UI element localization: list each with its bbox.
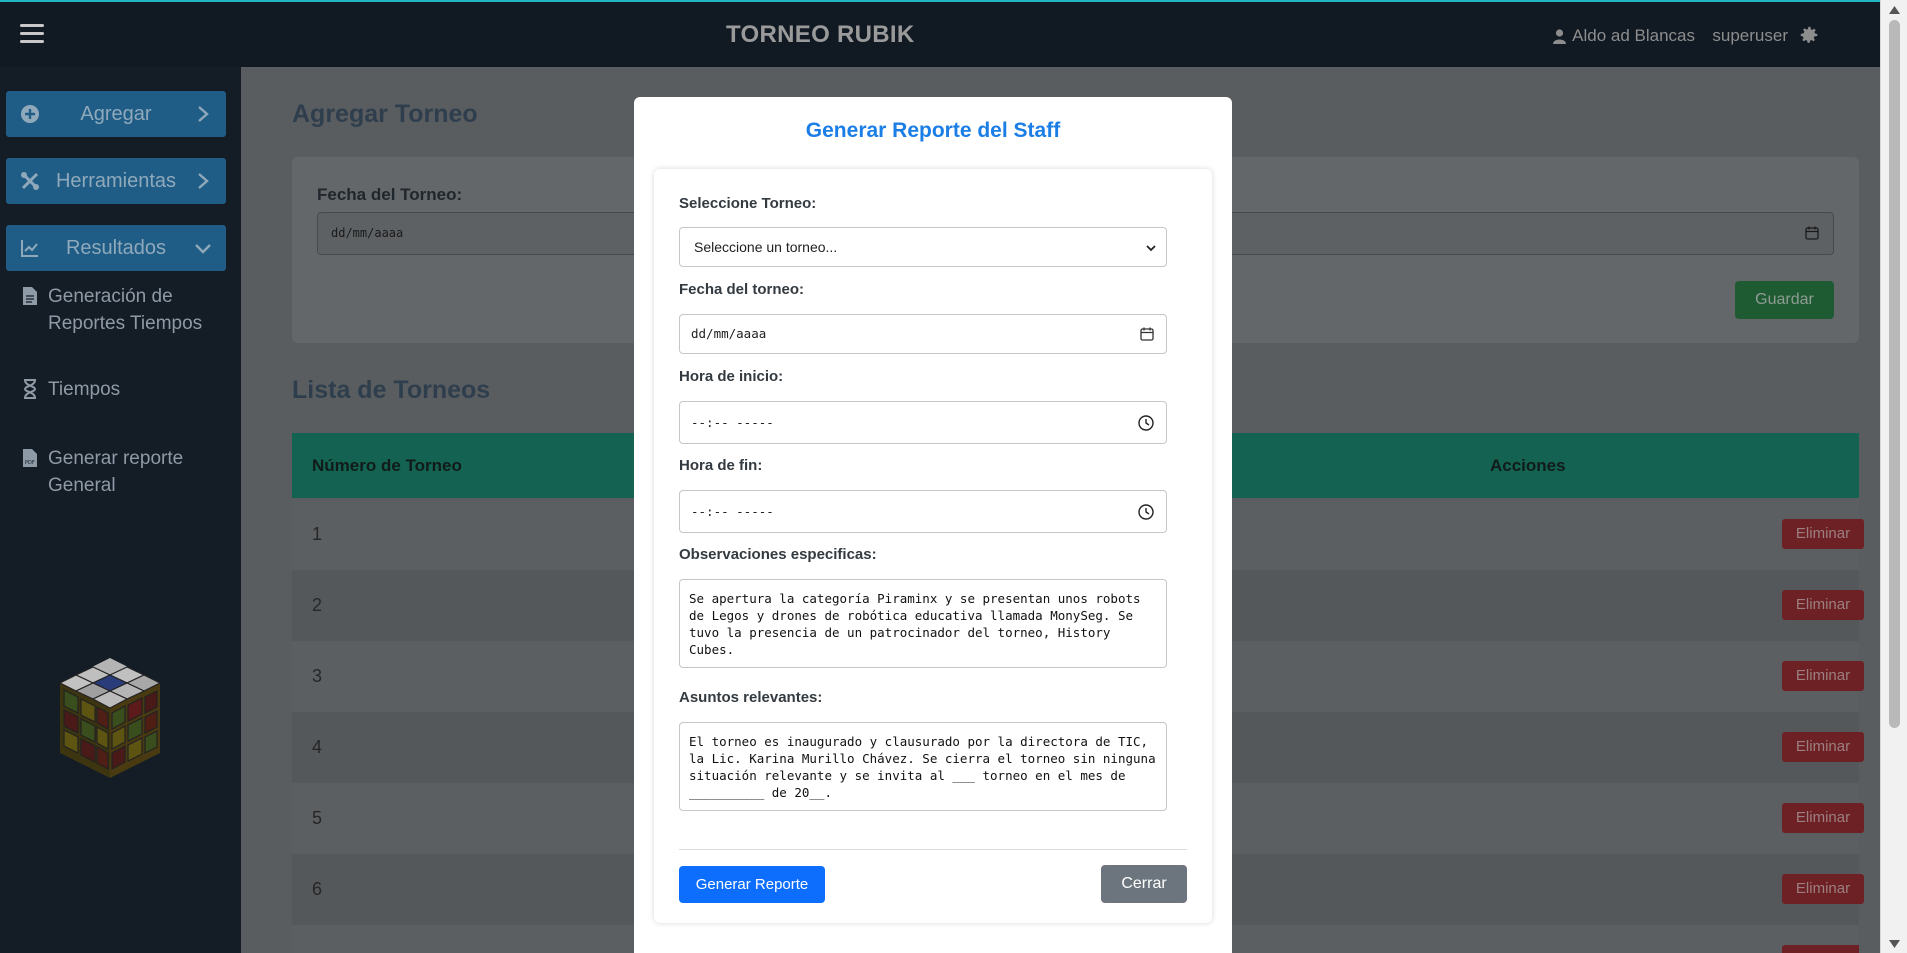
- sidebar-link-tiempos[interactable]: Tiempos: [22, 376, 120, 403]
- chevron-down-icon: [1146, 245, 1156, 252]
- row-number: 5: [312, 808, 323, 828]
- row-number: 6: [312, 879, 323, 899]
- sidebar-button-label: Agregar: [80, 102, 152, 125]
- top-navbar: TORNEO RUBIK Aldo ad Blancas superuser: [0, 0, 1880, 67]
- report-date-label: Fecha del torneo:: [679, 281, 805, 298]
- tournament-select[interactable]: Seleccione un torneo...: [679, 227, 1167, 267]
- tournament-date-placeholder: dd/mm/aaaa: [331, 226, 404, 240]
- generate-report-button[interactable]: Generar Reporte: [679, 866, 825, 903]
- clock-icon[interactable]: [1138, 415, 1154, 431]
- calendar-icon[interactable]: [1140, 327, 1154, 341]
- delete-button[interactable]: Eliminar: [1782, 732, 1864, 762]
- scroll-down-arrow-icon[interactable]: [1889, 940, 1900, 948]
- staff-report-modal: Generar Reporte del Staff Seleccione Tor…: [634, 97, 1232, 953]
- end-time-value: --:-- -----: [691, 504, 774, 519]
- row-number: 3: [312, 666, 323, 686]
- tournament-select-label: Seleccione Torneo:: [679, 195, 817, 212]
- column-header-number: Número de Torneo: [312, 456, 462, 475]
- delete-button[interactable]: Eliminar: [1782, 590, 1864, 620]
- end-time-label: Hora de fin:: [679, 457, 763, 474]
- tournament-list-title: Lista de Torneos: [292, 376, 491, 404]
- save-button[interactable]: Guardar: [1735, 281, 1834, 319]
- tournament-select-value: Seleccione un torneo...: [694, 239, 838, 255]
- report-date-input[interactable]: dd/mm/aaaa: [679, 314, 1167, 354]
- document-icon: [23, 287, 37, 305]
- delete-button[interactable]: Eliminar: [1782, 661, 1864, 691]
- start-time-value: --:-- -----: [691, 415, 774, 430]
- calendar-icon[interactable]: [1805, 226, 1819, 240]
- scrollbar-thumb[interactable]: [1889, 20, 1900, 728]
- gear-icon[interactable]: [1798, 24, 1820, 46]
- add-tournament-title: Agregar Torneo: [292, 100, 478, 128]
- vertical-scrollbar[interactable]: [1880, 0, 1907, 953]
- rubik-cube-logo: [58, 658, 162, 778]
- sidebar: Agregar Herramientas Resultados Generaci…: [0, 67, 241, 953]
- footer-divider: [679, 849, 1187, 850]
- sidebar-button-herramientas[interactable]: Herramientas: [6, 158, 226, 204]
- modal-form: Seleccione Torneo: Seleccione un torneo.…: [654, 169, 1212, 923]
- observations-label: Observaciones especificas:: [679, 546, 877, 563]
- delete-button[interactable]: Eliminar: [1782, 519, 1864, 549]
- sidebar-button-label: Resultados: [65, 236, 167, 259]
- row-number: 4: [312, 737, 323, 757]
- end-time-input[interactable]: --:-- -----: [679, 490, 1167, 533]
- pdf-file-icon: PDF: [23, 449, 37, 467]
- user-role: superuser: [1712, 26, 1788, 45]
- hamburger-menu-icon[interactable]: [20, 24, 44, 44]
- sidebar-button-label: Herramientas: [55, 169, 177, 192]
- row-number: 2: [312, 595, 323, 615]
- relevant-issues-label: Asuntos relevantes:: [679, 689, 823, 706]
- svg-text:PDF: PDF: [25, 460, 35, 466]
- delete-button[interactable]: Eliminar: [1782, 803, 1864, 833]
- modal-title: Generar Reporte del Staff: [805, 119, 1061, 142]
- sidebar-link-label: Generar reporte General: [48, 448, 184, 496]
- sidebar-link-label: Generación de Reportes Tiempos: [48, 286, 203, 334]
- column-header-actions: Acciones: [1490, 456, 1566, 475]
- brand-title: TORNEO RUBIK: [726, 21, 915, 48]
- row-number: 1: [312, 524, 323, 544]
- sidebar-button-agregar[interactable]: Agregar: [6, 91, 226, 137]
- hourglass-icon: [23, 379, 37, 399]
- sidebar-button-resultados[interactable]: Resultados: [6, 225, 226, 271]
- clock-icon[interactable]: [1138, 504, 1154, 520]
- sidebar-link-label: Tiempos: [48, 379, 121, 400]
- scroll-up-arrow-icon[interactable]: [1889, 6, 1900, 14]
- relevant-issues-textarea[interactable]: El torneo es inaugurado y clausurado por…: [679, 722, 1167, 811]
- report-date-value: dd/mm/aaaa: [691, 326, 767, 341]
- start-time-label: Hora de inicio:: [679, 368, 784, 385]
- user-menu[interactable]: Aldo ad Blancas: [1553, 26, 1695, 46]
- tournament-date-label: Fecha del Torneo:: [317, 185, 463, 204]
- user-name: Aldo ad Blancas: [1572, 26, 1695, 45]
- sidebar-link-reportes-tiempos[interactable]: Generación de Reportes Tiempos: [22, 283, 218, 337]
- user-icon: [1553, 28, 1567, 44]
- start-time-input[interactable]: --:-- -----: [679, 401, 1167, 444]
- sidebar-link-reporte-general[interactable]: PDF Generar reporte General: [22, 445, 218, 499]
- delete-button[interactable]: [1782, 945, 1859, 953]
- close-button[interactable]: Cerrar: [1101, 865, 1187, 903]
- chevron-down-icon: [195, 244, 211, 254]
- observations-textarea[interactable]: Se apertura la categoría Piraminx y se p…: [679, 579, 1167, 668]
- chevron-right-icon: [198, 173, 209, 189]
- chevron-right-icon: [198, 106, 209, 122]
- delete-button[interactable]: Eliminar: [1782, 874, 1864, 904]
